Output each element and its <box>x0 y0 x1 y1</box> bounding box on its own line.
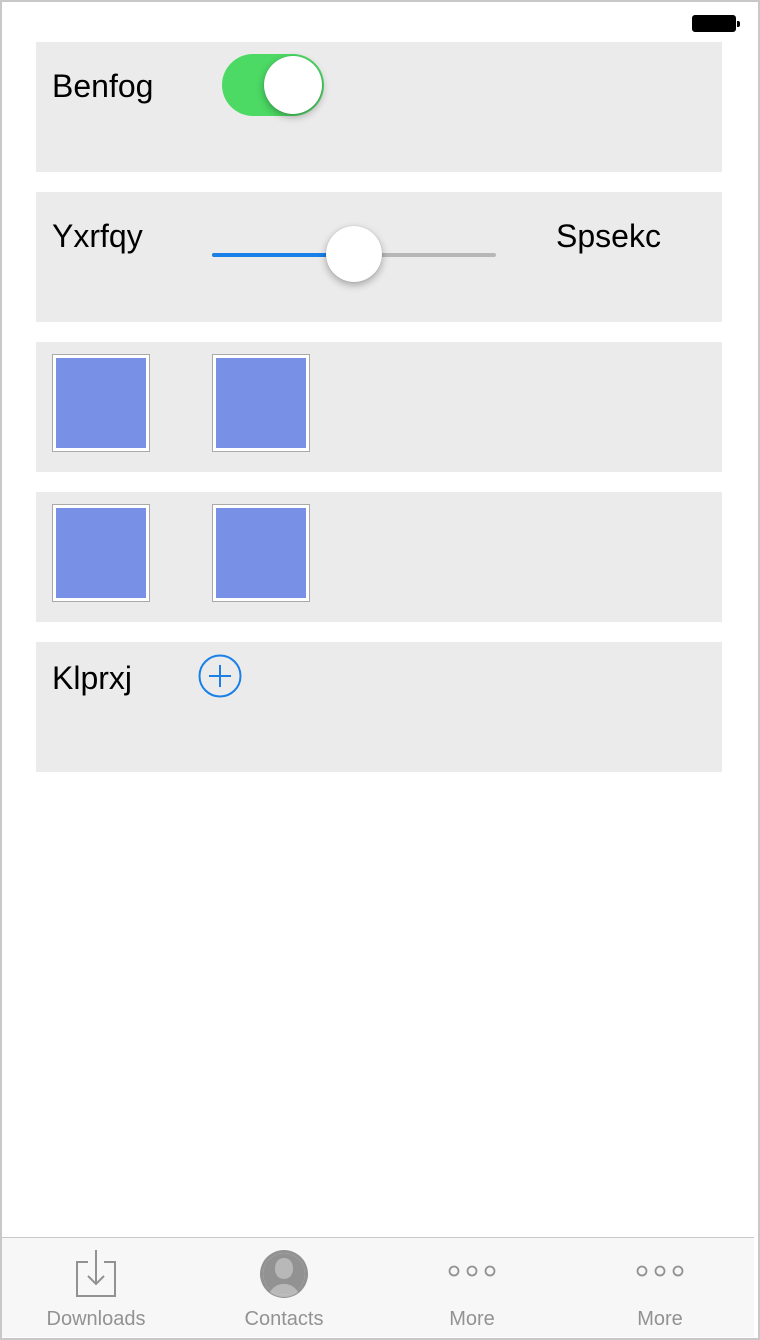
battery-icon <box>692 15 740 32</box>
benfog-toggle[interactable] <box>222 54 324 116</box>
tile-swatch <box>56 508 146 598</box>
color-tile[interactable] <box>212 504 310 602</box>
color-tile[interactable] <box>52 504 150 602</box>
toggle-label: Benfog <box>52 68 154 104</box>
tab-contacts[interactable]: Contacts <box>190 1238 378 1337</box>
tab-label: Downloads <box>46 1308 146 1330</box>
downloads-icon <box>76 1250 116 1297</box>
tile-swatch <box>216 508 306 598</box>
tile-swatch <box>56 358 146 448</box>
tiles-row-1 <box>36 342 722 472</box>
tab-label: More <box>449 1308 495 1330</box>
more-icon <box>636 1265 684 1277</box>
toggle-knob <box>264 56 322 114</box>
tab-more-2[interactable]: More <box>566 1238 754 1337</box>
tile-swatch <box>216 358 306 448</box>
slider-row: Yxrfqy Spsekc <box>36 192 722 322</box>
add-button[interactable] <box>198 654 242 698</box>
tab-more-1[interactable]: More <box>378 1238 566 1337</box>
add-row-label: Klprxj <box>52 660 133 696</box>
slider[interactable] <box>212 212 496 282</box>
more-icon <box>448 1265 496 1277</box>
tiles-row-2 <box>36 492 722 622</box>
color-tile[interactable] <box>212 354 310 452</box>
color-tile[interactable] <box>52 354 150 452</box>
tab-downloads[interactable]: Downloads <box>2 1238 190 1337</box>
toggle-row: Benfog <box>36 42 722 172</box>
slider-max-label: Spsekc <box>556 218 661 254</box>
screen-frame: Benfog Yxrfqy Spsekc Klprxj <box>0 0 760 1340</box>
slider-min-label: Yxrfqy <box>52 218 143 254</box>
plus-circle-icon <box>198 654 242 698</box>
slider-thumb[interactable] <box>326 226 382 282</box>
add-row: Klprxj <box>36 642 722 772</box>
tab-label: Contacts <box>244 1308 324 1330</box>
contacts-icon <box>260 1250 308 1298</box>
tab-label: More <box>637 1308 683 1330</box>
tab-bar: Downloads Contacts More More <box>2 1237 754 1337</box>
